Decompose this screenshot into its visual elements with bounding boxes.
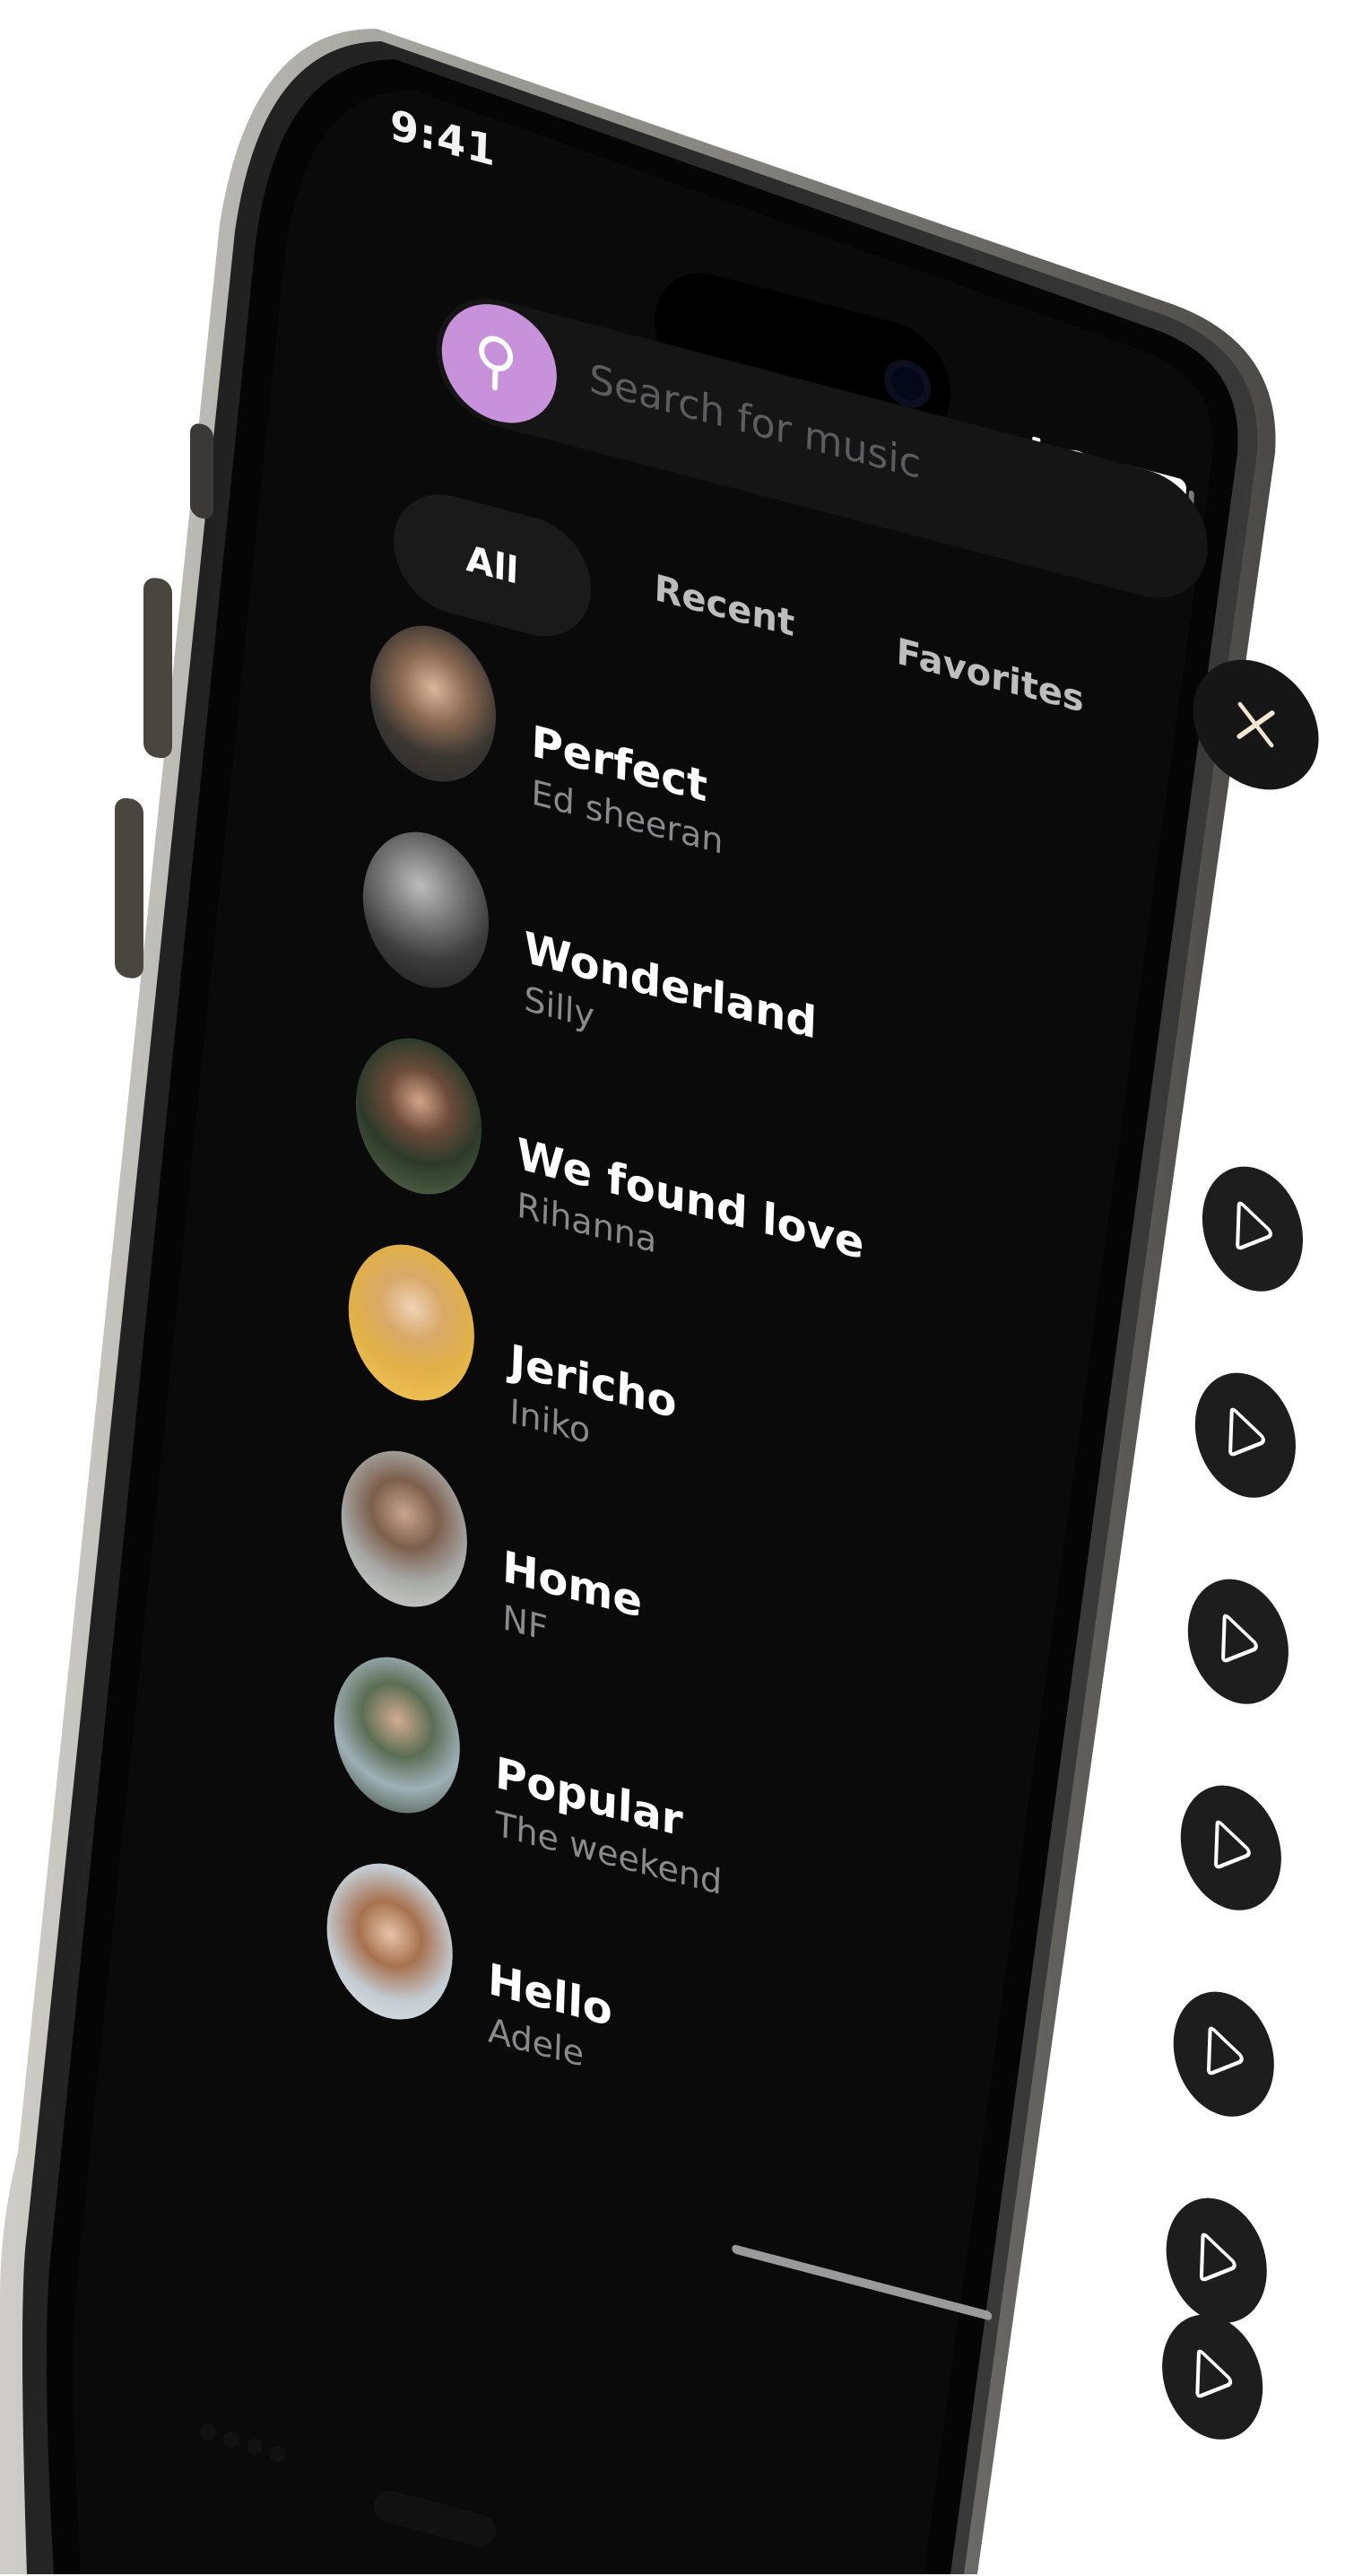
avatar (352, 1023, 484, 1209)
avatar (338, 1436, 470, 1622)
song-title: Wonderland (523, 922, 818, 1049)
avatar (331, 1642, 463, 1828)
song-artist: NF (501, 1597, 549, 1649)
play-icon (1214, 1820, 1251, 1869)
close-icon (1237, 701, 1275, 748)
avatar (368, 611, 499, 796)
close-button[interactable] (1191, 645, 1321, 805)
tab-recent[interactable]: Recent (654, 567, 795, 645)
device-mockup: 9:41 Search for music All Recent Favorit… (0, 0, 1345, 2576)
play-icon (1195, 2349, 1233, 2398)
play-icon (1206, 2026, 1244, 2076)
music-search-screen: 9:41 Search for music All Recent Favorit… (300, 41, 1345, 2451)
play-icon (1228, 1407, 1265, 1457)
avatar (345, 1230, 477, 1415)
play-icon (1221, 1614, 1258, 1663)
tab-favorites[interactable]: Favorites (896, 631, 1085, 721)
status-time: 9:41 (389, 100, 498, 177)
tab-all-label: All (464, 537, 519, 593)
play-icon (1236, 1201, 1272, 1250)
avatar (360, 817, 491, 1003)
